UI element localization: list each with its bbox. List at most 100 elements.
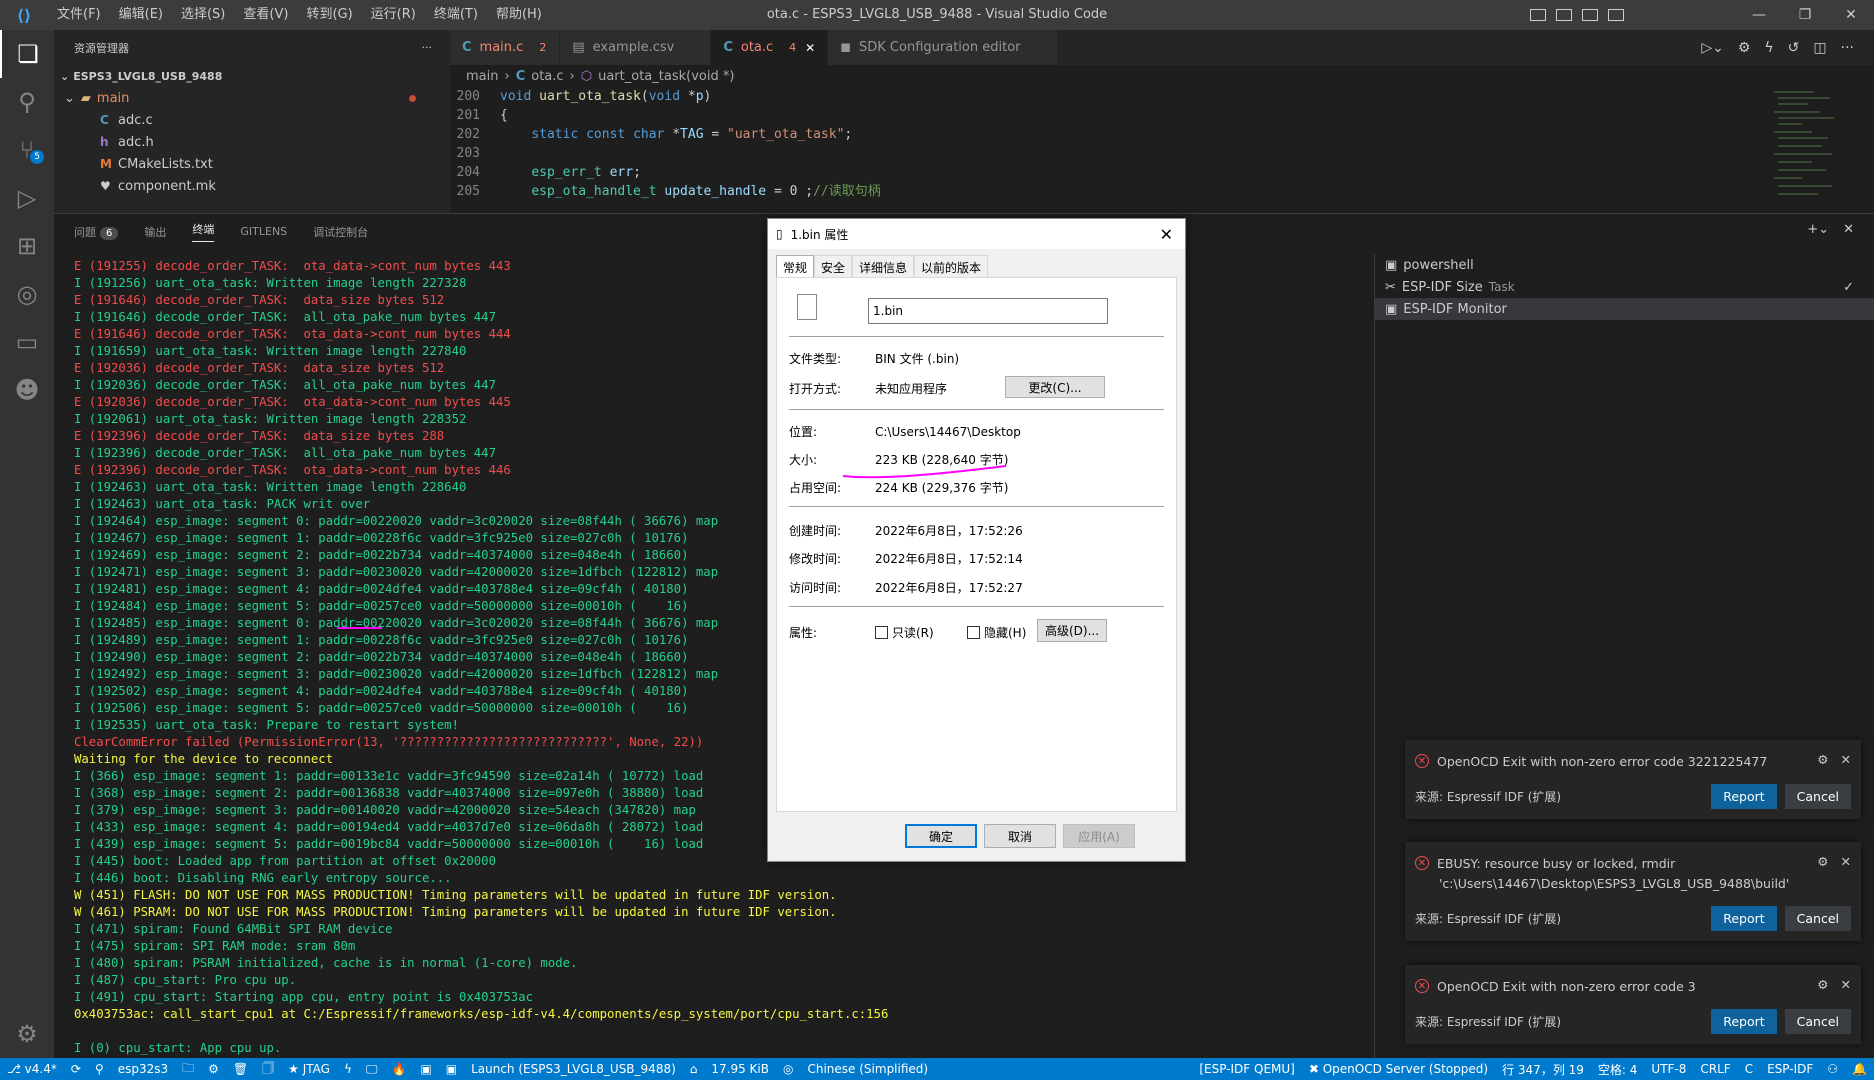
advanced-button[interactable]: 高级(D)... [1037,619,1107,642]
change-button[interactable]: 更改(C)... [1005,376,1105,398]
panel-tab[interactable]: 输出 [144,224,166,240]
extensions-icon[interactable]: ⊞ [0,222,54,270]
apply-button[interactable]: 应用(A) [1063,824,1135,848]
menu-item[interactable]: 转到(G) [297,0,361,30]
status-item[interactable]: 🗀 [175,1059,201,1080]
split-editor-icon[interactable]: ◫ [1813,40,1826,56]
cancel-button[interactable]: 取消 [984,824,1056,848]
tree-folder-main[interactable]: ⌄ ▰ main [54,87,450,109]
customize-layout-icon[interactable] [1608,9,1624,21]
breadcrumb-symbol[interactable]: uart_ota_task(void *) [598,69,734,84]
menu-item[interactable]: 终端(T) [425,0,487,30]
panel-tab[interactable]: GITLENS [240,225,287,238]
new-terminal-icon[interactable]: +⌄ [1807,222,1829,237]
status-item[interactable]: CRLF [1693,1062,1737,1076]
report-button[interactable]: Report [1711,784,1777,809]
close-icon[interactable]: ✕ [1160,225,1173,244]
restore-icon[interactable]: ❐ [1782,7,1828,23]
report-button[interactable]: Report [1711,1009,1777,1034]
menu-item[interactable]: 选择(S) [172,0,234,30]
status-item[interactable]: ⌂ [683,1062,705,1076]
status-item[interactable]: ESP-IDF [1760,1062,1820,1076]
readonly-checkbox[interactable]: 只读(R) [875,624,967,641]
hidden-checkbox[interactable]: 隐藏(H) [967,624,1026,641]
source-control-icon[interactable]: ⑂ 5 [0,126,54,174]
tree-file[interactable]: Cadc.c [54,109,450,131]
explorer-icon[interactable]: ❏ [0,30,54,78]
close-icon[interactable]: ✕ [1841,752,1851,767]
minimize-icon[interactable]: — [1736,7,1782,23]
status-item[interactable]: 17.95 KiB [704,1062,776,1076]
status-item[interactable]: ⎇ v4.4* [0,1062,64,1076]
status-item[interactable]: ★ JTAG [281,1062,337,1076]
status-item[interactable]: ⚙ [201,1062,226,1076]
project-folder[interactable]: ⌄ ESPS3_LVGL8_USB_9488 [54,65,450,87]
editor-tab[interactable]: ▤ example.csv [560,30,712,65]
terminal-instance[interactable]: ▣ ESP-IDF Monitor [1375,298,1874,320]
status-item[interactable]: 行 347，列 19 [1495,1061,1591,1078]
menu-item[interactable]: 编辑(E) [110,0,172,30]
more-actions-icon[interactable]: ··· [422,41,433,54]
status-item[interactable]: Launch (ESPS3_LVGL8_USB_9488) [464,1062,683,1076]
status-item[interactable]: 🗍 [255,1059,281,1080]
close-tab-icon[interactable]: ✕ [805,41,815,55]
status-item[interactable]: Chinese (Simplified) [800,1062,935,1076]
editor-tab[interactable]: ◼ SDK Configuration editor [828,30,1058,65]
status-item[interactable]: ⟳ [64,1062,88,1076]
gear-icon[interactable]: ⚙ [1817,854,1828,869]
settings-gear-icon[interactable]: ⚙ [0,1010,54,1058]
toggle-panel-icon[interactable] [1556,9,1572,21]
gear-icon[interactable]: ⚙ [1817,752,1828,767]
toggle-secondary-sidebar-icon[interactable] [1582,9,1598,21]
status-item[interactable]: esp32s3 [111,1062,175,1076]
tree-file[interactable]: h adc.h [54,131,450,153]
terminal-instance[interactable]: ✂ ESP-IDF Size Task ✓ [1375,276,1874,298]
remote-explorer-icon[interactable]: ▭ [0,318,54,366]
menu-item[interactable]: 查看(V) [234,0,297,30]
search-icon[interactable]: ⚲ [0,78,54,126]
menu-item[interactable]: 帮助(H) [487,0,551,30]
ok-button[interactable]: 确定 [905,824,977,848]
panel-tab[interactable]: 调试控制台 [313,224,368,240]
code-editor[interactable]: 200 void uart_ota_task(void *p) 201 {202 st… [450,87,1874,201]
status-item[interactable]: ⚲ [88,1062,111,1076]
close-window-icon[interactable]: ✕ [1828,7,1874,23]
history-icon[interactable]: ↺ [1788,40,1800,56]
report-button[interactable]: Report [1711,906,1777,931]
dialog-tab[interactable]: 常规 [776,255,815,277]
panel-tab[interactable]: 问题 6 [74,224,119,240]
gear-icon[interactable]: ⚙ [1817,977,1828,992]
status-item[interactable]: 🖵 [359,1062,385,1077]
breadcrumb-file[interactable]: ota.c [531,69,563,84]
toggle-sidebar-icon[interactable] [1530,9,1546,21]
status-item[interactable]: ◎ [776,1062,800,1076]
dialog-tab[interactable]: 以前的版本 [914,255,989,277]
status-item[interactable]: C [1738,1062,1760,1076]
dialog-tab[interactable]: 安全 [814,255,853,277]
run-debug-icon[interactable]: ▷ [0,174,54,222]
menu-item[interactable]: 运行(R) [362,0,425,30]
terminal-instance[interactable]: ▣ powershell [1375,254,1874,276]
tree-file[interactable]: ♥ component.mk [54,175,450,197]
status-item[interactable]: ⚇ [1820,1062,1845,1076]
flash-icon[interactable]: ϟ [1764,40,1773,56]
run-icon[interactable]: ▷⌄ [1701,40,1724,56]
breadcrumb-folder[interactable]: main [466,69,498,84]
status-item[interactable]: ▣ [413,1062,438,1076]
editor-tab[interactable]: Cota.c 4 ✕ [711,30,829,65]
cancel-button[interactable]: Cancel [1784,1009,1851,1034]
status-item[interactable]: UTF-8 [1644,1062,1693,1076]
status-item[interactable]: 🔔 [1845,1062,1874,1076]
status-item[interactable]: [ESP-IDF QEMU] [1192,1062,1302,1076]
status-item[interactable]: 🗑 [226,1062,255,1076]
status-item[interactable]: ▣ [439,1062,464,1076]
espressif-icon[interactable]: ◎ [0,270,54,318]
alien-icon[interactable]: ☻ [0,366,54,414]
close-icon[interactable]: ✕ [1841,854,1851,869]
close-panel-icon[interactable]: ✕ [1843,222,1854,237]
dialog-tab[interactable]: 详细信息 [852,255,915,277]
close-icon[interactable]: ✕ [1841,977,1851,992]
tree-file[interactable]: M CMakeLists.txt [54,153,450,175]
status-item[interactable]: 空格: 4 [1591,1061,1645,1078]
status-item[interactable]: ✖ OpenOCD Server (Stopped) [1302,1062,1495,1076]
